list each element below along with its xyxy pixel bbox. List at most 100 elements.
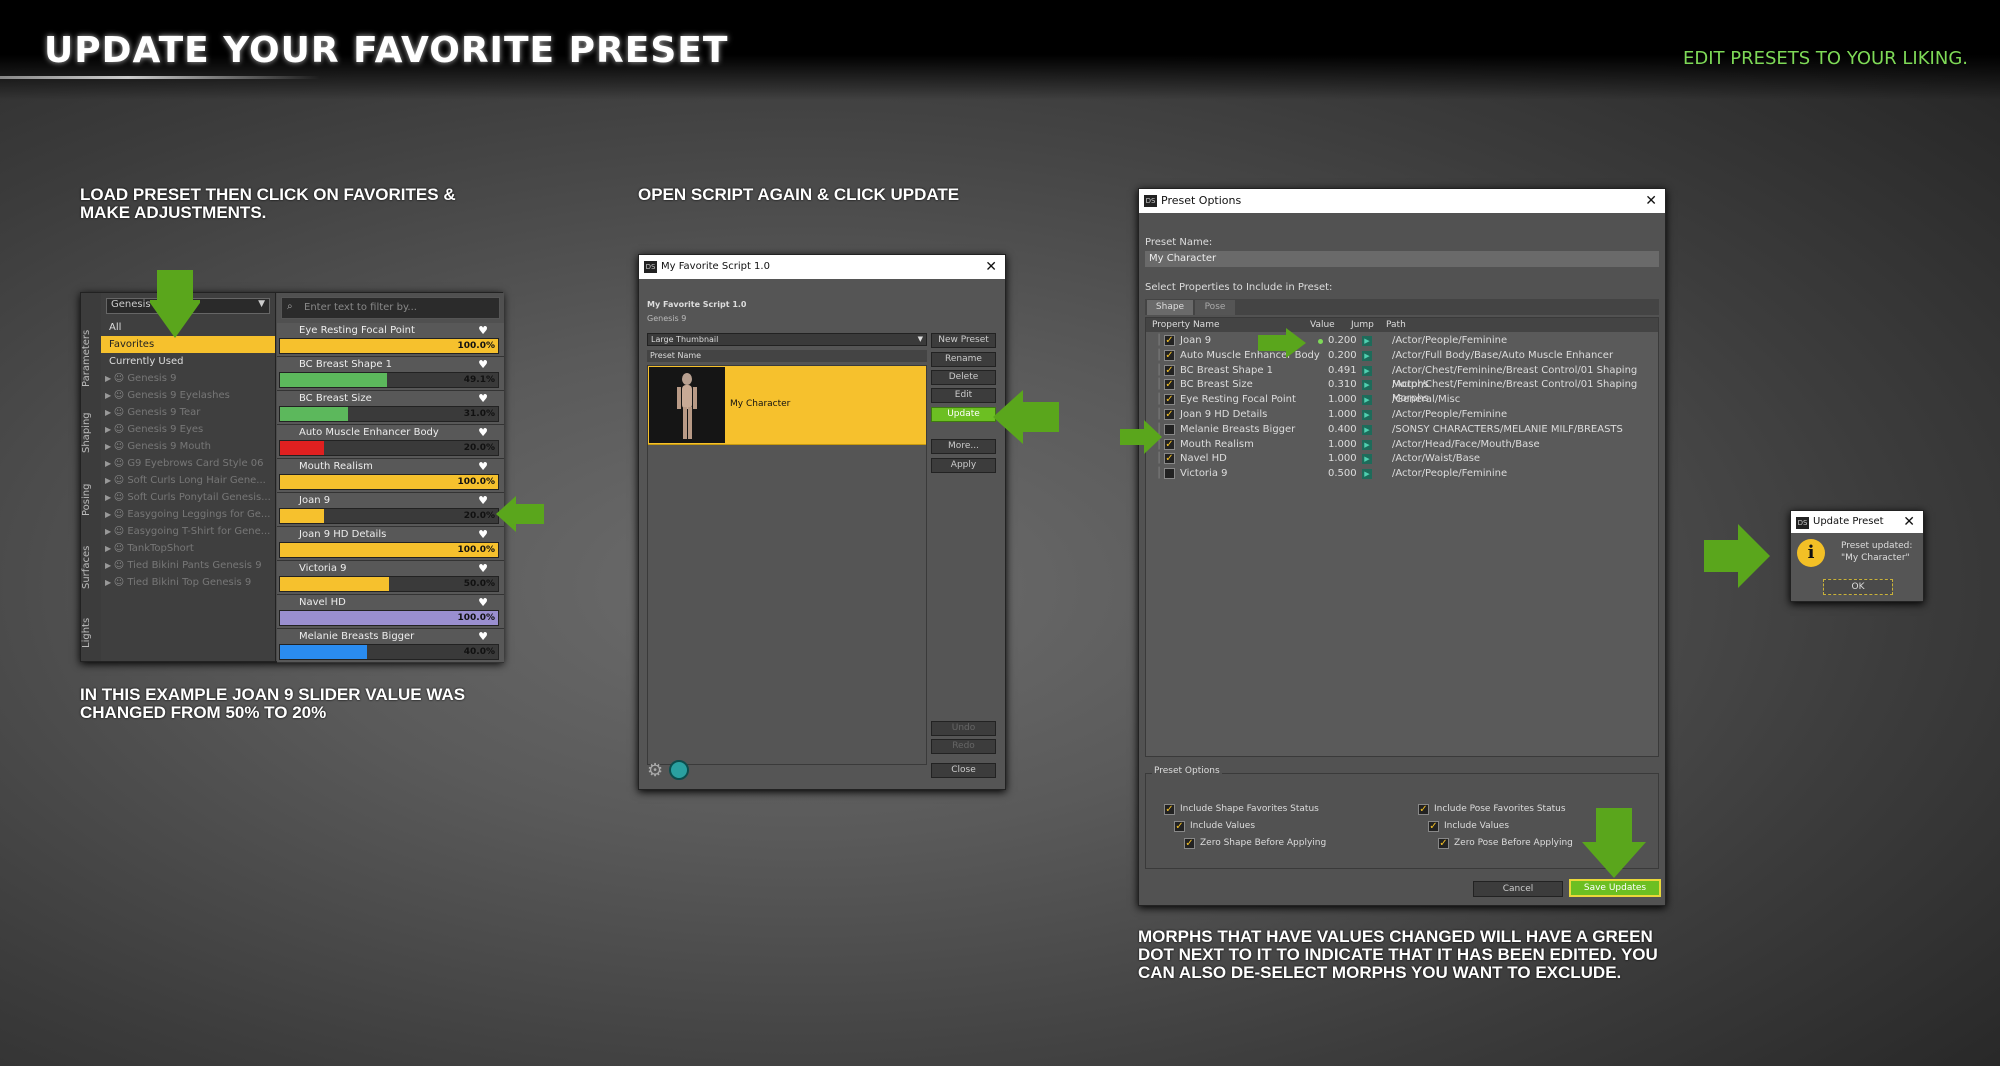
figure-item[interactable]: ▶ ☺ Tied Bikini Top Genesis 9: [101, 574, 275, 591]
expand-triangle-icon[interactable]: ▶: [105, 425, 114, 434]
save-updates-button[interactable]: Save Updates: [1569, 879, 1661, 897]
tab-posing[interactable]: Posing: [81, 475, 101, 525]
heart-icon[interactable]: ♥: [478, 630, 488, 643]
heart-icon[interactable]: ♥: [478, 528, 488, 541]
gear-icon[interactable]: ⚙: [647, 760, 663, 781]
property-slider[interactable]: 100.0%: [279, 542, 499, 558]
row-checkbox[interactable]: ✓: [1164, 379, 1175, 391]
tab-shape[interactable]: Shape: [1147, 300, 1193, 315]
pose-zero-checkbox[interactable]: ✓: [1438, 838, 1449, 849]
table-row[interactable]: │ ✓ Eye Resting Focal Point 1.000 ▶/General/…: [1152, 393, 1662, 407]
property-slider[interactable]: 100.0%: [279, 338, 499, 354]
row-checkbox[interactable]: ✓: [1164, 364, 1175, 376]
table-row[interactable]: │ ✓ Auto Muscle Enhancer Body 0.200 ▶/Actor/…: [1152, 349, 1662, 363]
expand-triangle-icon[interactable]: ▶: [105, 442, 114, 451]
figure-item[interactable]: ▶ ☺ Genesis 9 Mouth: [101, 438, 275, 455]
property-slider[interactable]: 20.0%: [279, 440, 499, 456]
jump-icon[interactable]: ▶: [1362, 439, 1372, 450]
jump-icon[interactable]: ▶: [1362, 469, 1372, 480]
heart-icon[interactable]: ♥: [478, 358, 488, 371]
expand-triangle-icon[interactable]: ▶: [105, 510, 114, 519]
new-preset-button[interactable]: New Preset: [931, 333, 996, 348]
heart-icon[interactable]: ♥: [478, 494, 488, 507]
jump-icon[interactable]: ▶: [1362, 336, 1372, 346]
property-slider[interactable]: 40.0%: [279, 644, 499, 660]
table-row[interactable]: │ ✓ Joan 9 HD Details 1.000 ▶/Actor/People/F…: [1152, 408, 1662, 422]
update-button[interactable]: Update: [931, 407, 996, 422]
tab-lights[interactable]: Lights: [81, 608, 101, 658]
preset-name-field[interactable]: My Character: [1145, 251, 1659, 267]
edit-button[interactable]: Edit: [931, 388, 996, 403]
table-row[interactable]: │ ✓ Navel HD 1.000 ▶/Actor/Waist/Base: [1152, 452, 1662, 466]
expand-triangle-icon[interactable]: ▶: [105, 459, 114, 468]
row-checkbox[interactable]: ✓: [1164, 409, 1175, 420]
shape-values-checkbox[interactable]: ✓: [1174, 821, 1185, 832]
expand-triangle-icon[interactable]: ▶: [105, 561, 114, 570]
figure-item[interactable]: ▶ ☺ Genesis 9 Tear: [101, 404, 275, 421]
row-checkbox[interactable]: ✓: [1164, 335, 1175, 346]
heart-icon[interactable]: ♥: [478, 596, 488, 609]
tab-parameters[interactable]: Parameters: [81, 323, 101, 393]
expand-triangle-icon[interactable]: ▶: [105, 374, 114, 383]
tab-pose[interactable]: Pose: [1195, 300, 1235, 315]
close-icon[interactable]: ✕: [1645, 189, 1657, 213]
row-checkbox[interactable]: [1164, 468, 1175, 480]
table-row[interactable]: │ ✓ BC Breast Size 0.310 ▶/Actor/Chest/Femin…: [1152, 378, 1662, 404]
row-checkbox[interactable]: [1164, 423, 1175, 435]
filter-input[interactable]: ⌕ Enter text to filter by...: [281, 297, 500, 319]
heart-icon[interactable]: ♥: [478, 460, 488, 473]
jump-icon[interactable]: ▶: [1362, 424, 1372, 435]
view-mode-dropdown[interactable]: Large Thumbnail ▼: [647, 333, 927, 346]
heart-icon[interactable]: ♥: [478, 562, 488, 575]
expand-triangle-icon[interactable]: ▶: [105, 544, 114, 553]
jump-icon[interactable]: ▶: [1362, 380, 1372, 391]
category-currently-used[interactable]: Currently Used: [101, 353, 275, 370]
figure-item[interactable]: ▶ ☺ G9 Eyebrows Card Style 06: [101, 455, 275, 472]
expand-triangle-icon[interactable]: ▶: [105, 476, 114, 485]
property-slider[interactable]: 100.0%: [279, 610, 499, 626]
pose-fav-checkbox[interactable]: ✓: [1418, 804, 1429, 815]
apply-button[interactable]: Apply: [931, 458, 996, 473]
shape-fav-checkbox[interactable]: ✓: [1164, 804, 1175, 815]
figure-item[interactable]: ▶ ☺ Tied Bikini Pants Genesis 9: [101, 557, 275, 574]
expand-triangle-icon[interactable]: ▶: [105, 578, 114, 587]
row-checkbox[interactable]: ✓: [1164, 349, 1175, 361]
jump-icon[interactable]: ▶: [1362, 365, 1372, 376]
expand-triangle-icon[interactable]: ▶: [105, 527, 114, 536]
heart-icon[interactable]: ♥: [478, 324, 488, 337]
property-slider[interactable]: 50.0%: [279, 576, 499, 592]
figure-item[interactable]: ▶ ☺ Soft Curls Long Hair Gene...: [101, 472, 275, 489]
table-row[interactable]: │ ✓ BC Breast Shape 1 0.491 ▶/Actor/Chest/Fe…: [1152, 364, 1662, 390]
preset-item[interactable]: My Character: [647, 365, 927, 445]
undo-button[interactable]: Undo: [931, 721, 996, 736]
figure-item[interactable]: ▶ ☺ Genesis 9 Eyelashes: [101, 387, 275, 404]
tab-surfaces[interactable]: Surfaces: [81, 537, 101, 597]
figure-item[interactable]: ▶ ☺ Soft Curls Ponytail Genesis...: [101, 489, 275, 506]
row-checkbox[interactable]: ✓: [1164, 394, 1175, 406]
row-checkbox[interactable]: ✓: [1164, 453, 1175, 465]
row-checkbox[interactable]: ✓: [1164, 438, 1175, 450]
shape-zero-checkbox[interactable]: ✓: [1184, 838, 1195, 849]
table-row[interactable]: │ ✓ Mouth Realism 1.000 ▶/Actor/Head/Face/Mo…: [1152, 438, 1662, 452]
table-row[interactable]: │ Victoria 9 0.500 ▶/Actor/People/Feminine: [1152, 467, 1662, 481]
redo-button[interactable]: Redo: [931, 739, 996, 754]
tab-shaping[interactable]: Shaping: [81, 403, 101, 463]
rename-button[interactable]: Rename: [931, 352, 996, 367]
close-button[interactable]: Close: [931, 763, 996, 778]
delete-button[interactable]: Delete: [931, 370, 996, 385]
expand-triangle-icon[interactable]: ▶: [105, 408, 114, 417]
jump-icon[interactable]: ▶: [1362, 395, 1372, 406]
property-slider[interactable]: 49.1%: [279, 372, 499, 388]
more-button[interactable]: More...: [931, 439, 996, 454]
figure-item[interactable]: ▶ ☺ Easygoing T-Shirt for Gene...: [101, 523, 275, 540]
figure-item[interactable]: ▶ ☺ Easygoing Leggings for Ge...: [101, 506, 275, 523]
figure-item[interactable]: ▶ ☺ TankTopShort: [101, 540, 275, 557]
jump-icon[interactable]: ▶: [1362, 454, 1372, 465]
expand-triangle-icon[interactable]: ▶: [105, 493, 114, 502]
property-slider[interactable]: 31.0%: [279, 406, 499, 422]
pose-values-checkbox[interactable]: ✓: [1428, 821, 1439, 832]
jump-icon[interactable]: ▶: [1362, 410, 1372, 420]
cancel-button[interactable]: Cancel: [1473, 881, 1563, 897]
close-icon[interactable]: ✕: [1903, 511, 1915, 533]
expand-triangle-icon[interactable]: ▶: [105, 391, 114, 400]
